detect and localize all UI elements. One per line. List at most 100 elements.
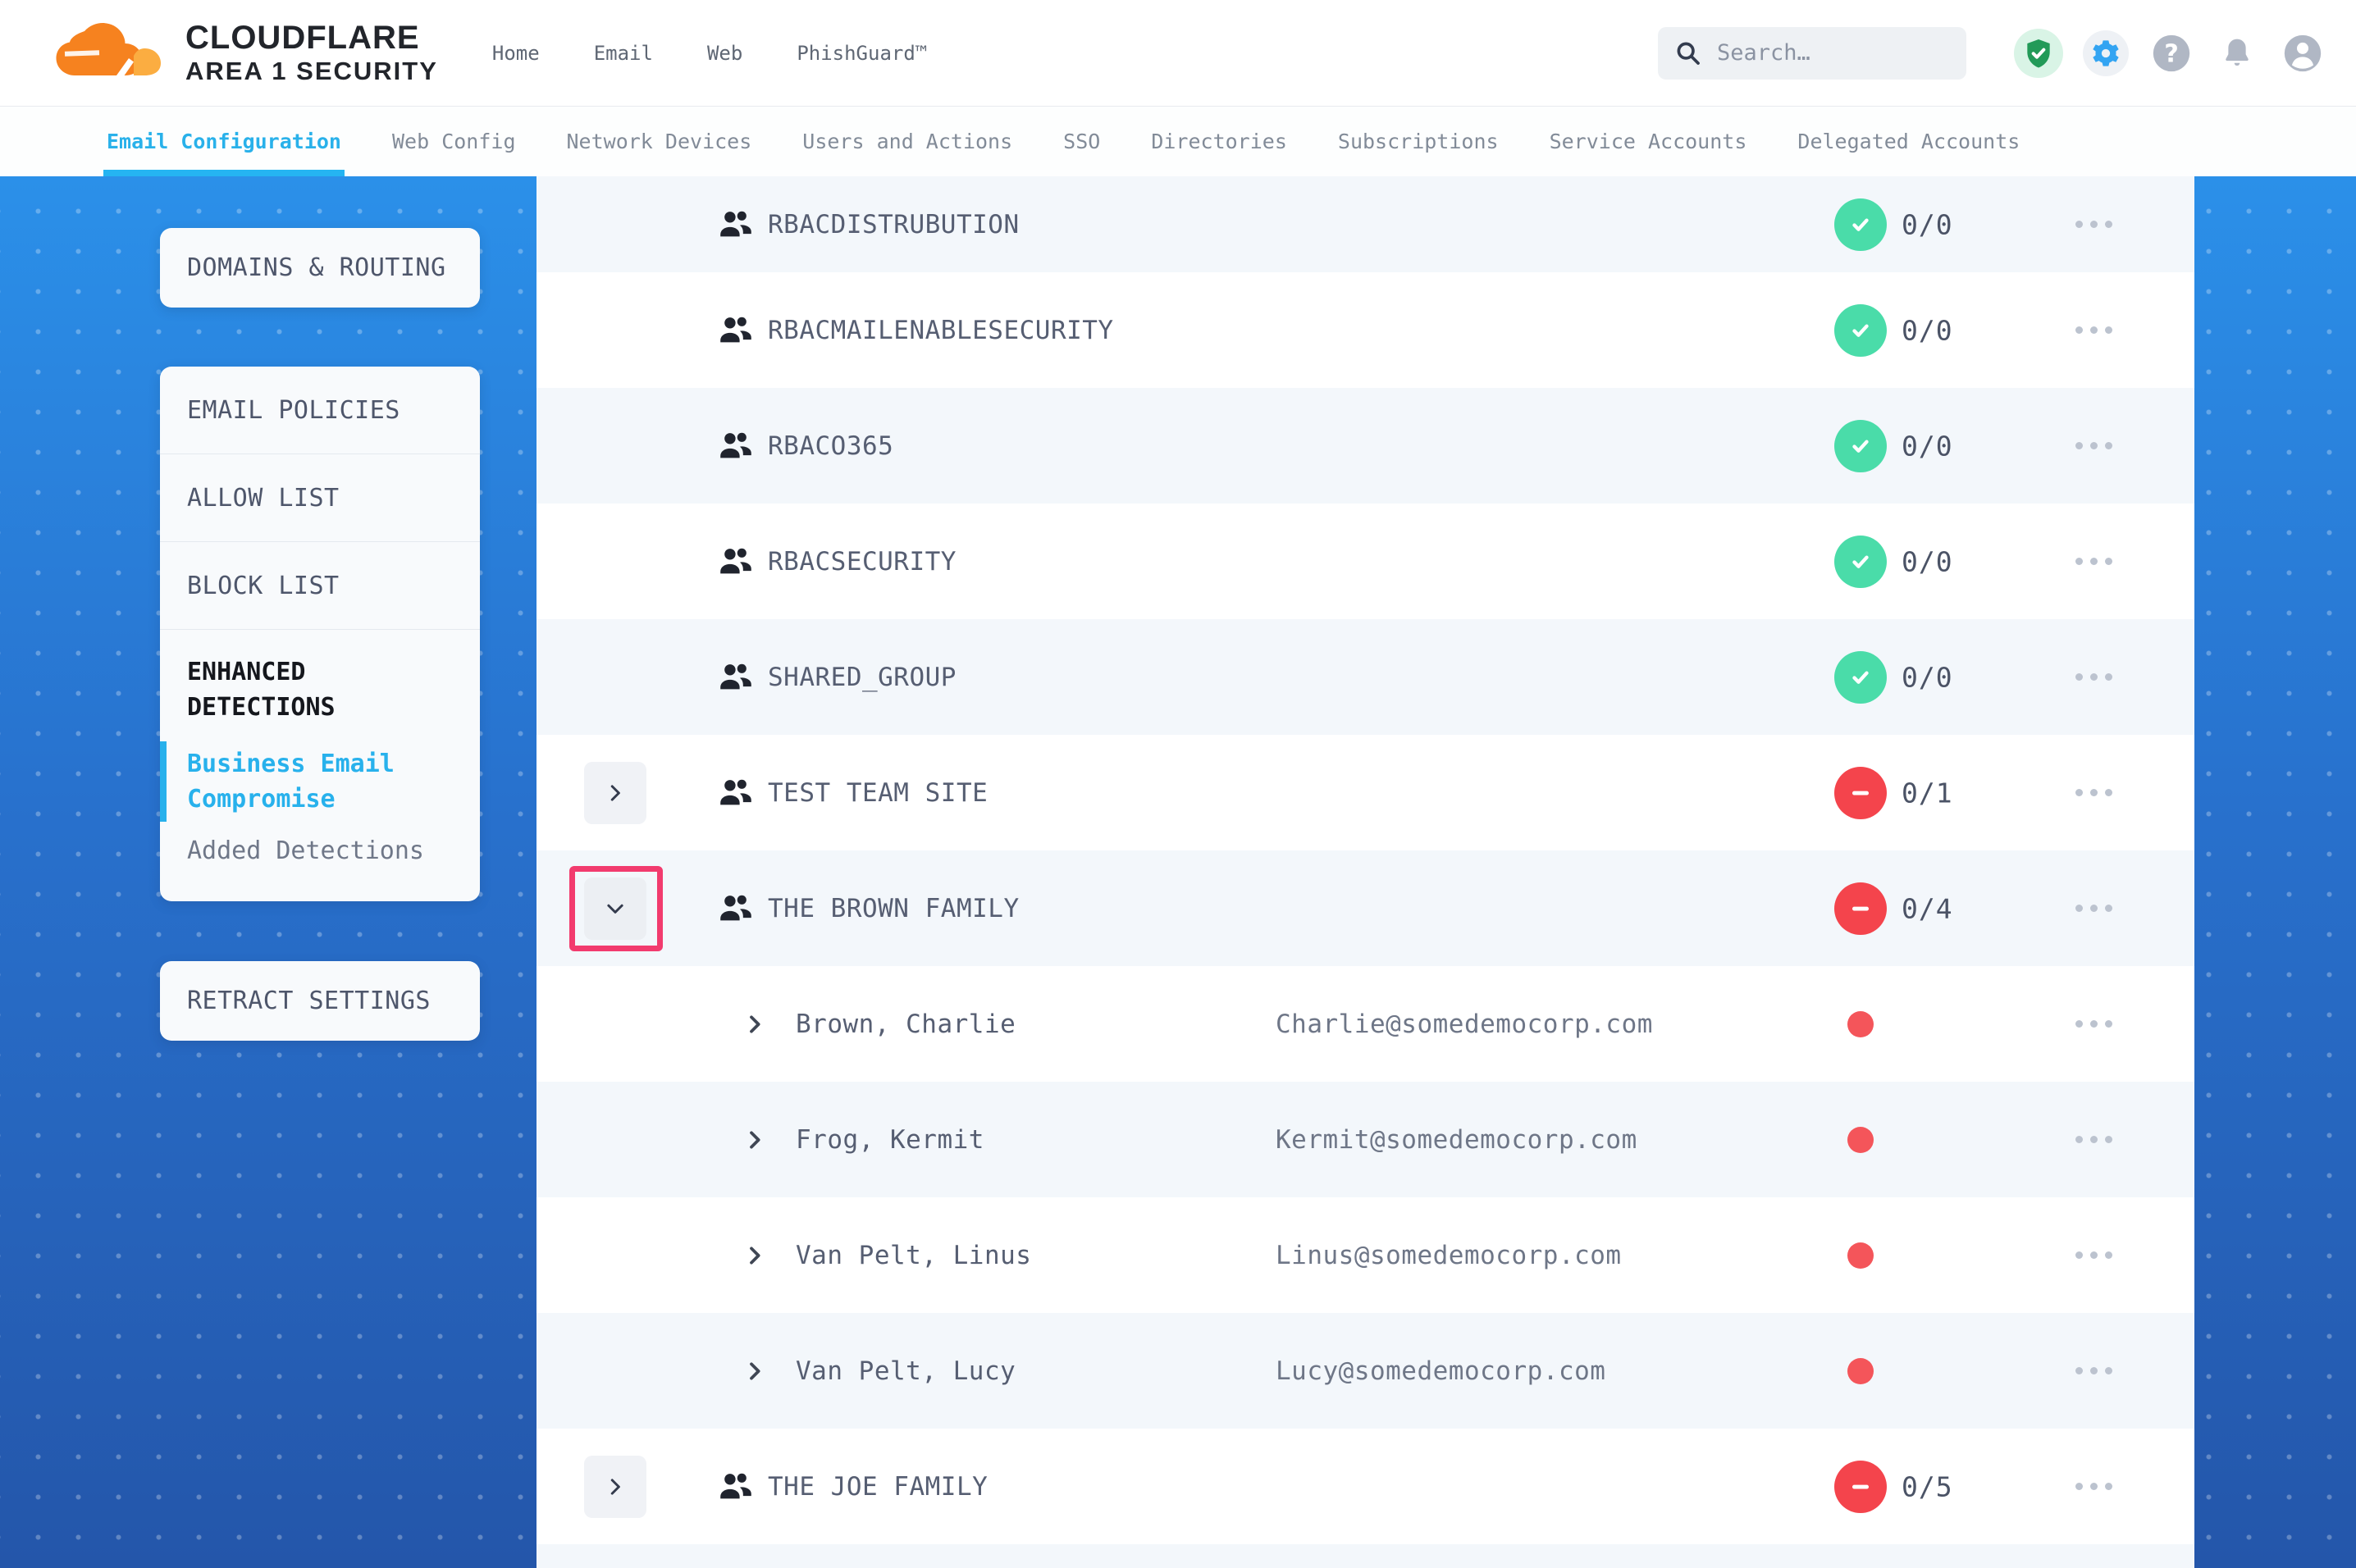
ellipsis-dot (2090, 442, 2098, 449)
nav-phishguard[interactable]: PhishGuard™ (797, 42, 927, 65)
table-row-group: TEST TEAM SITE0/1 (536, 735, 2194, 850)
ellipsis-dot (2090, 221, 2098, 228)
check-icon (1844, 208, 1877, 241)
sidebar-item-email-policies[interactable]: EMAIL POLICIES (160, 367, 480, 454)
row-actions-button[interactable] (2075, 892, 2133, 925)
status-ok-badge (1834, 536, 1887, 588)
ellipsis-dot (2090, 326, 2098, 334)
tab-email-configuration[interactable]: Email Configuration (107, 107, 341, 176)
group-icon (717, 312, 755, 349)
sidebar-item-retract-settings[interactable]: RETRACT SETTINGS (160, 961, 480, 1041)
ellipsis-dot (2105, 221, 2112, 228)
groups-table: RBACDISTRUBUTION 0/0 RBACMAILENABLESECURI… (536, 176, 2194, 1568)
tab-sso[interactable]: SSO (1063, 107, 1100, 176)
row-actions-button[interactable] (2075, 661, 2133, 694)
ellipsis-dot (2105, 1483, 2112, 1490)
table-row-member: Brown, CharlieCharlie@somedemocorp.com (536, 966, 2194, 1082)
member-expand-chevron[interactable] (742, 1242, 768, 1269)
sidebar-card-email-policies: EMAIL POLICIESALLOW LISTBLOCK LIST ENHANC… (160, 367, 480, 901)
search-box[interactable] (1658, 27, 1966, 80)
minus-icon (1844, 892, 1877, 925)
sidebar-item-block-list[interactable]: BLOCK LIST (160, 542, 480, 630)
ellipsis-dot (2075, 442, 2083, 449)
chevron-right-icon (742, 1011, 768, 1037)
sidebar-item-domains-routing[interactable]: DOMAINS & ROUTING (160, 228, 480, 308)
row-actions-button[interactable] (2075, 1355, 2133, 1388)
ellipsis-dot (2105, 326, 2112, 334)
sidebar-label: RETRACT SETTINGS (187, 987, 431, 1015)
row-actions-button[interactable] (2075, 430, 2133, 463)
group-icon (717, 774, 755, 812)
table-row-group: RBACO3650/0 (536, 388, 2194, 504)
tab-users-and-actions[interactable]: Users and Actions (802, 107, 1012, 176)
tab-service-accounts[interactable]: Service Accounts (1550, 107, 1747, 176)
member-expand-chevron[interactable] (742, 1358, 768, 1384)
sidebar-item-enhanced-detections[interactable]: ENHANCED DETECTIONS (187, 654, 457, 725)
help-icon[interactable]: ? (2148, 30, 2194, 76)
row-actions-button[interactable] (2075, 1470, 2133, 1503)
member-expand-chevron[interactable] (742, 1011, 768, 1037)
status-dot (1847, 1011, 1874, 1037)
group-icon (717, 659, 755, 696)
gear-icon[interactable] (2083, 30, 2129, 76)
ellipsis-dot (2105, 1251, 2112, 1259)
group-name: RBACDISTRUBUTION (768, 210, 1020, 239)
nav-home[interactable]: Home (492, 42, 540, 65)
status-blocked-badge (1834, 1461, 1887, 1513)
table-row-group: THE JOE FAMILY0/5 (536, 1429, 2194, 1544)
check-icon (1844, 545, 1877, 578)
group-name: RBACMAILENABLESECURITY (768, 316, 1114, 345)
member-expand-chevron[interactable] (742, 1127, 768, 1153)
member-email: Kermit@somedemocorp.com (1276, 1125, 1637, 1155)
group-name: RBACO365 (768, 431, 893, 461)
tab-directories[interactable]: Directories (1151, 107, 1287, 176)
ellipsis-dot (2090, 789, 2098, 796)
nav-web[interactable]: Web (707, 42, 742, 65)
bell-icon[interactable] (2214, 30, 2260, 76)
group-icon (717, 1468, 755, 1506)
group-count: 0/5 (1902, 1470, 1953, 1502)
row-actions-button[interactable] (2075, 208, 2133, 241)
group-people-icon (717, 1468, 755, 1506)
ellipsis-dot (2090, 905, 2098, 912)
table-row-partial (536, 1544, 2194, 1568)
ellipsis-dot (2075, 221, 2083, 228)
tab-web-config[interactable]: Web Config (392, 107, 516, 176)
top-right-controls: ? (1658, 27, 2356, 80)
tab-network-devices[interactable]: Network Devices (567, 107, 752, 176)
row-actions-button[interactable] (2075, 1239, 2133, 1272)
status-dot (1847, 1358, 1874, 1384)
expand-button[interactable] (584, 1456, 646, 1518)
svg-text:?: ? (2164, 39, 2179, 68)
tab-delegated-accounts[interactable]: Delegated Accounts (1797, 107, 2020, 176)
user-icon[interactable] (2280, 30, 2326, 76)
screen: CLOUDFLARE AREA 1 SECURITY Home Email Web P… (0, 0, 2356, 1568)
row-actions-button[interactable] (2075, 1008, 2133, 1041)
nav-email[interactable]: Email (594, 42, 653, 65)
table-row-group: RBACSECURITY0/0 (536, 504, 2194, 619)
row-actions-button[interactable] (2075, 545, 2133, 578)
search-input[interactable] (1717, 40, 1950, 66)
sidebar-item-business-email-compromise[interactable]: Business Email Compromise (187, 746, 457, 817)
tab-subscriptions[interactable]: Subscriptions (1338, 107, 1499, 176)
sidebar-item-added-detections[interactable]: Added Detections (187, 836, 457, 865)
ellipsis-dot (2105, 1367, 2112, 1374)
status-ok-badge (1834, 304, 1887, 357)
status-ok-badge (1834, 198, 1887, 251)
chevron-right-icon (603, 781, 628, 805)
row-actions-button[interactable] (2075, 314, 2133, 347)
ellipsis-dot (2105, 789, 2112, 796)
group-count: 0/0 (1902, 314, 1953, 346)
expand-button[interactable] (584, 762, 646, 824)
row-actions-button[interactable] (2075, 777, 2133, 809)
collapse-button[interactable] (584, 877, 646, 940)
status-ok-badge (1834, 651, 1887, 704)
status-blocked-badge (1834, 767, 1887, 819)
row-actions-button[interactable] (2075, 1124, 2133, 1156)
ellipsis-dot (2075, 1483, 2083, 1490)
cloudflare-logo[interactable]: CLOUDFLARE AREA 1 SECURITY (48, 14, 438, 93)
sidebar-item-allow-list[interactable]: ALLOW LIST (160, 454, 480, 542)
ellipsis-dot (2075, 905, 2083, 912)
ellipsis-dot (2075, 1251, 2083, 1259)
shield-check-icon[interactable] (2014, 29, 2063, 78)
